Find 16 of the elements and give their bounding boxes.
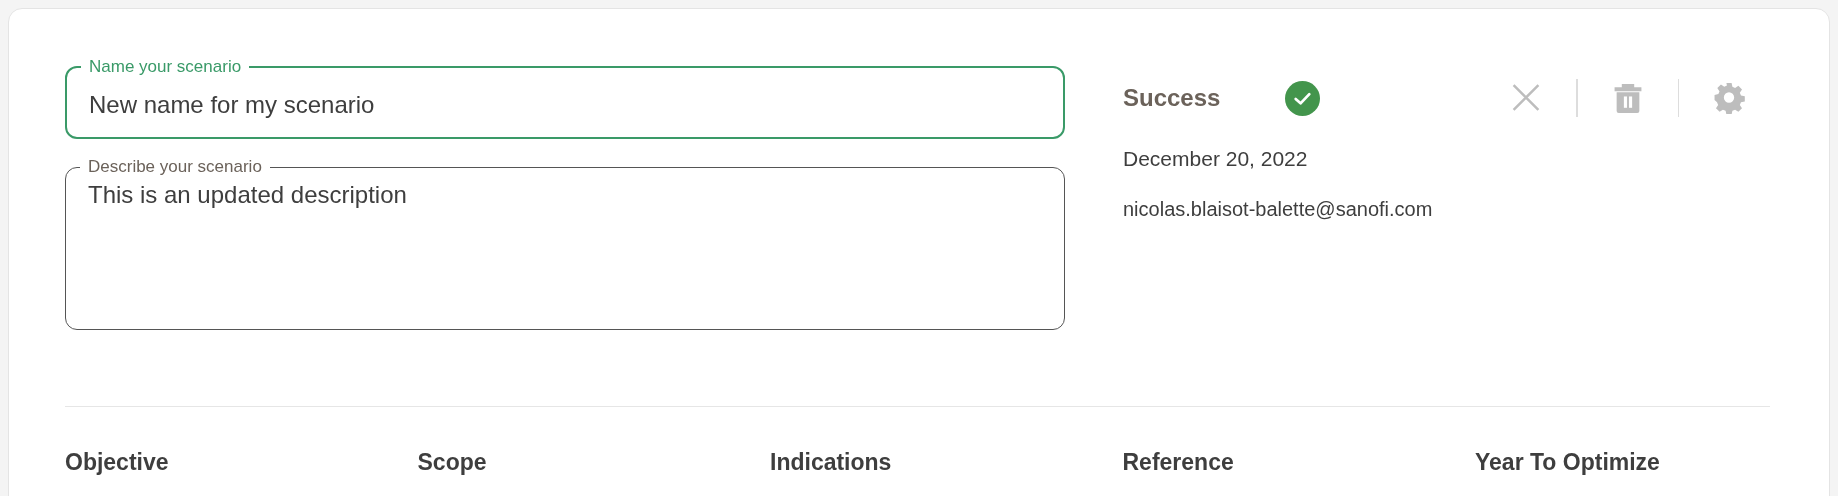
field-label: Describe your scenario [88,157,262,176]
column-heading: Year To Optimize [1475,449,1660,475]
column-heading: Objective [65,449,169,475]
text-area[interactable]: This is an updated description [88,177,1042,321]
close-icon[interactable] [1510,82,1542,114]
name-field[interactable]: Name your scenario New name for my scenario [65,57,1065,139]
column-heading: Indications [770,449,892,475]
settings-icon[interactable] [1713,82,1745,114]
column-heading: Reference [1122,449,1234,475]
date-text: December 20, 2022 [1123,147,1309,171]
field-label: Name your scenario [89,57,242,76]
status-label: Success [1123,84,1222,112]
text-input[interactable]: New name for my scenario [89,77,1041,133]
column-heading: Scope [417,449,487,475]
description-field[interactable]: Describe your scenario This is an updated description [65,157,1065,330]
author-email: nicolas.blaisot-balette@sanofi.com [1123,198,1434,221]
